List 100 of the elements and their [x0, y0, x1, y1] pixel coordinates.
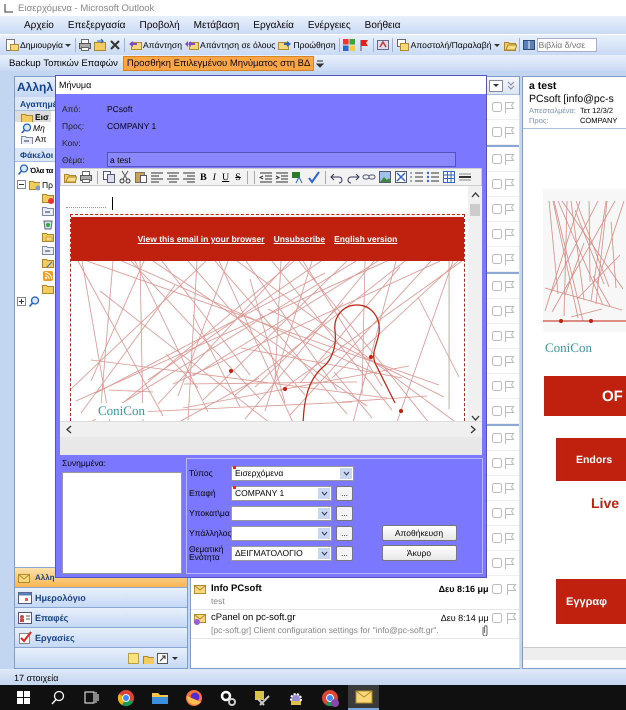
- chevron-icon[interactable]: [507, 81, 515, 90]
- dropdown[interactable]: [231, 526, 332, 540]
- shortcuts-icon[interactable]: [157, 652, 168, 664]
- dialog-button[interactable]: Άκυρο: [382, 545, 456, 561]
- collapse-icon[interactable]: [17, 180, 26, 189]
- address-book-icon[interactable]: [522, 38, 536, 52]
- caret-icon: [492, 42, 500, 48]
- browse-button[interactable]: ...: [336, 506, 353, 520]
- format-button[interactable]: I: [210, 170, 218, 184]
- copy-icon[interactable]: [102, 170, 116, 184]
- favorite-folder[interactable]: Απ: [15, 133, 49, 144]
- browse-button[interactable]: ...: [336, 546, 353, 560]
- remove-format-icon[interactable]: [394, 170, 408, 184]
- address-book-search-field[interactable]: Βιβλία δ/νσε: [536, 38, 596, 52]
- email-banner: Endors: [556, 438, 626, 481]
- align-center-icon[interactable]: [166, 170, 180, 184]
- image-icon[interactable]: [378, 170, 392, 184]
- message-time: Δευ 8:14 μμ: [440, 612, 489, 622]
- email-link[interactable]: Unsubscribe: [274, 234, 326, 244]
- format-button[interactable]: B: [198, 170, 209, 184]
- subject-field[interactable]: a test: [107, 152, 456, 167]
- scroll-thumb[interactable]: [470, 204, 480, 216]
- dropdown[interactable]: [231, 506, 332, 520]
- menu-item[interactable]: Εργαλεία: [253, 20, 294, 30]
- flag-icon: [502, 202, 515, 216]
- reply-button[interactable]: Απάντηση: [126, 36, 183, 54]
- caret-icon: [492, 82, 500, 89]
- scrollbar[interactable]: [468, 186, 482, 421]
- field-label: Τύπος: [189, 468, 214, 478]
- email-link[interactable]: View this email in your browser: [138, 234, 265, 244]
- menu-item[interactable]: Βοήθεια: [364, 20, 400, 30]
- sendrecv-icon: [396, 38, 410, 52]
- bullet-list-icon[interactable]: [426, 170, 440, 184]
- flag-icon: [502, 100, 515, 114]
- taskbar-button[interactable]: [348, 685, 379, 710]
- scrollbar[interactable]: [60, 421, 482, 437]
- align-right-icon[interactable]: [182, 170, 196, 184]
- toolbar-button[interactable]: Backup Τοπικών Επαφών: [6, 56, 121, 70]
- browse-button[interactable]: ...: [336, 486, 353, 500]
- dropdown[interactable]: ΔΕΙΓΜΑΤΟΛΟΓΙΟ: [231, 546, 332, 560]
- browse-button[interactable]: ...: [336, 526, 353, 540]
- checkbox-icon[interactable]: [490, 582, 503, 596]
- browser-icon: [116, 688, 136, 708]
- checkbox-icon: [490, 354, 503, 368]
- numbered-list-icon[interactable]: [410, 170, 424, 184]
- highlight-icon[interactable]: [290, 170, 305, 184]
- checkbox-icon[interactable]: [490, 610, 503, 624]
- format-button[interactable]: U: [220, 170, 232, 184]
- checkbox-icon: [490, 481, 503, 495]
- expand-icon[interactable]: [17, 297, 26, 306]
- email-banner: Εγγραφ: [556, 579, 626, 624]
- outbox-folder-icon: [41, 204, 55, 217]
- favorite-folder[interactable]: Μη: [15, 122, 47, 133]
- rss-folder-icon: [41, 269, 55, 282]
- forward-button[interactable]: Προώθηση: [277, 36, 337, 54]
- reply-all-button[interactable]: Απάντηση σε όλους: [184, 36, 276, 54]
- toolbar-button[interactable]: Προσθήκη Επιλεγμένου Μηνύματος στη ΒΔ: [122, 56, 314, 70]
- dropdown[interactable]: Εισερχόμενα: [231, 466, 354, 480]
- printer-icon[interactable]: [79, 170, 93, 184]
- email-link[interactable]: English version: [334, 234, 398, 244]
- scrollbar[interactable]: [518, 95, 520, 668]
- menu-item[interactable]: Προβολή: [139, 20, 180, 30]
- firefox-icon: [184, 688, 204, 708]
- sent-folder-icon: [20, 133, 34, 144]
- dialog-button[interactable]: Αποθήκευση: [382, 525, 456, 541]
- arrange-dropdown[interactable]: [489, 80, 503, 92]
- message-sender[interactable]: cPanel on pc-soft.gr: [211, 612, 439, 623]
- flag-icon: [502, 304, 515, 318]
- navigation-button[interactable]: Ημερολόγιο: [15, 587, 187, 607]
- field-value: PCsoft: [107, 104, 134, 114]
- envelope-icon: [193, 582, 207, 595]
- tree-item[interactable]: Πρ: [42, 180, 53, 190]
- menu-item[interactable]: Μετάβαση: [194, 20, 240, 30]
- send-receive-button[interactable]: Αποστολή/Παραλαβή: [394, 36, 502, 54]
- table-icon[interactable]: [442, 170, 456, 184]
- navigation-button[interactable]: Εργασίες: [15, 627, 187, 647]
- caret-icon[interactable]: [171, 654, 179, 662]
- format-button[interactable]: S: [233, 170, 243, 184]
- menu-item[interactable]: Επεξεργασία: [68, 20, 126, 30]
- new-button[interactable]: Δημιουργία: [4, 36, 73, 54]
- categories-icon[interactable]: [342, 38, 356, 52]
- printer-icon[interactable]: [78, 38, 92, 52]
- cut-icon[interactable]: [118, 170, 132, 184]
- spellcheck-icon[interactable]: [306, 170, 321, 184]
- move-to-folder-icon[interactable]: [92, 38, 107, 52]
- paste-icon[interactable]: [134, 170, 148, 184]
- message-sender[interactable]: Info PCsoft: [211, 583, 437, 594]
- toolbar-options-icon[interactable]: [316, 58, 324, 68]
- rules-icon[interactable]: [376, 38, 390, 52]
- menu-item[interactable]: Αρχείο: [24, 20, 54, 30]
- delete-icon[interactable]: [108, 38, 122, 52]
- outdent-icon[interactable]: [258, 170, 273, 184]
- indent-icon[interactable]: [274, 170, 289, 184]
- dropdown[interactable]: COMPANY 1: [231, 486, 332, 500]
- attachments-list[interactable]: [62, 472, 182, 574]
- favorite-folder[interactable]: Εισ: [15, 111, 51, 122]
- navigation-button[interactable]: Επαφές: [15, 607, 187, 627]
- menu-item[interactable]: Ενέργειες: [308, 20, 351, 30]
- align-left-icon[interactable]: [150, 170, 164, 184]
- scrollbar[interactable]: [523, 647, 626, 660]
